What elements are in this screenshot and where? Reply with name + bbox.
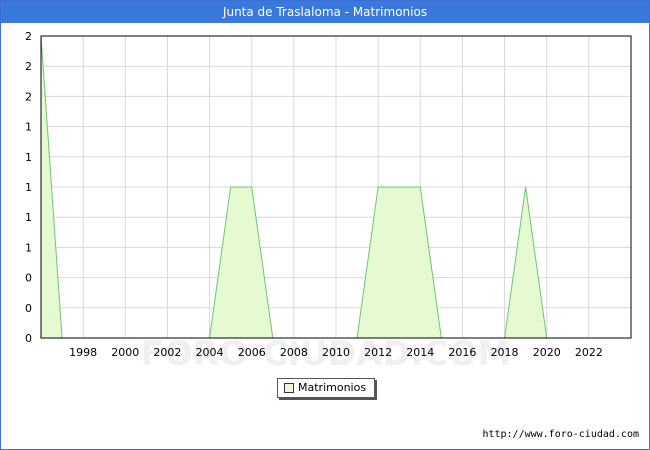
x-tick-label: 2004: [196, 346, 224, 359]
x-tick-label: 2006: [238, 346, 266, 359]
source-url: http://www.foro-ciudad.com: [482, 429, 639, 440]
x-tick-label: 1998: [69, 346, 97, 359]
x-tick-label: 2022: [575, 346, 603, 359]
y-tick-label: 1: [25, 151, 32, 164]
x-tick-label: 2020: [533, 346, 561, 359]
y-tick-label: 1: [25, 241, 32, 254]
x-tick-label: 2008: [280, 346, 308, 359]
y-tick-label: 0: [25, 302, 32, 315]
legend-swatch: [284, 383, 294, 393]
x-tick-label: 2002: [153, 346, 181, 359]
y-tick-label: 0: [25, 272, 32, 285]
chart-frame: Junta de Traslaloma - Matrimonios FORO-C…: [0, 0, 650, 450]
x-tick-label: 2014: [406, 346, 434, 359]
x-tick-label: 2010: [322, 346, 350, 359]
y-tick-label: 2: [25, 90, 32, 103]
y-tick-label: 2: [25, 60, 32, 73]
x-tick-label: 2016: [448, 346, 476, 359]
legend: Matrimonios: [277, 378, 375, 398]
y-tick-label: 1: [25, 211, 32, 224]
y-tick-label: 0: [25, 332, 32, 345]
x-tick-label: 2018: [491, 346, 519, 359]
y-tick-label: 1: [25, 181, 32, 194]
legend-label-matrimonios: Matrimonios: [298, 381, 367, 394]
y-tick-label: 1: [25, 121, 32, 134]
x-tick-label: 2000: [111, 346, 139, 359]
x-tick-label: 2012: [364, 346, 392, 359]
y-tick-label: 2: [25, 30, 32, 43]
